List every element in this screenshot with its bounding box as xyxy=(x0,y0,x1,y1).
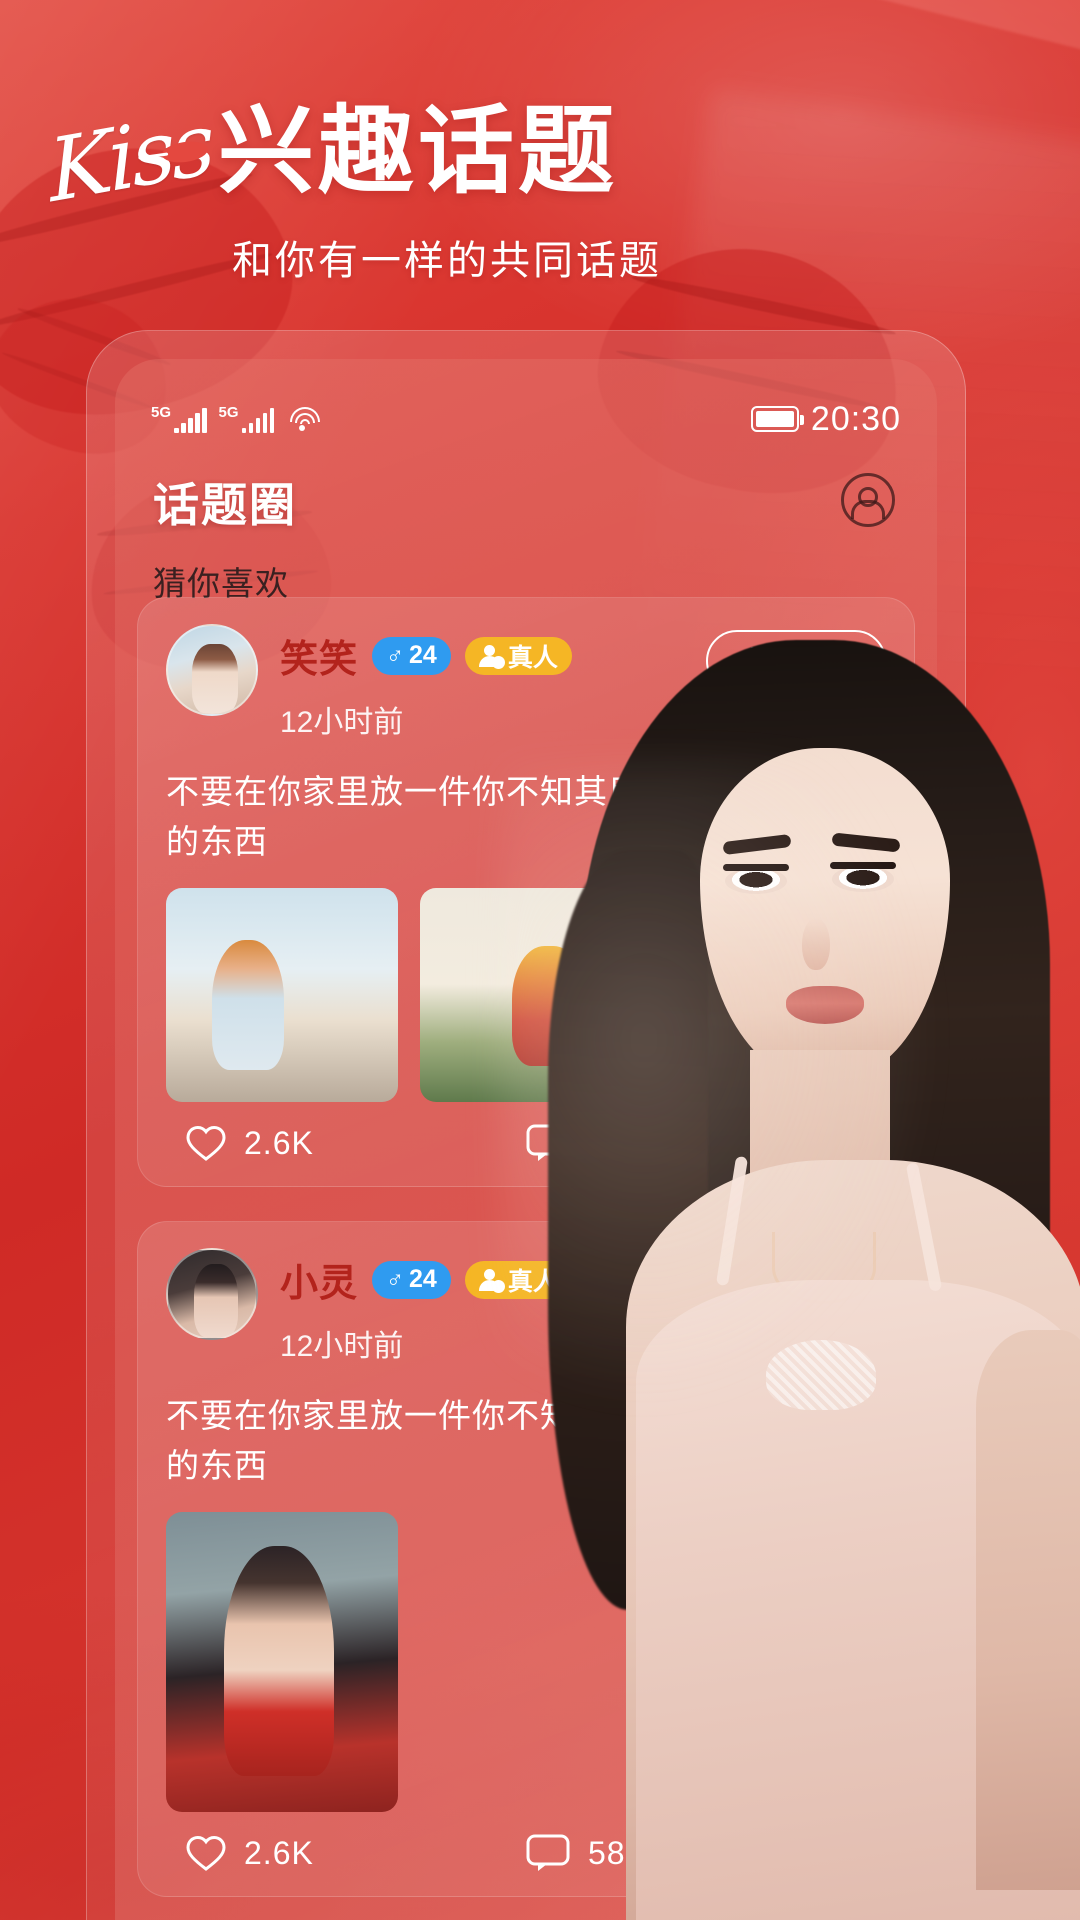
like-count: 2.6K xyxy=(244,1124,314,1161)
post-feed[interactable]: 笑笑 ♂ 24 真人 12小时前 打招呼 不要在你家里放一件你不知其用，或你认为… xyxy=(115,597,937,1920)
post-card[interactable]: 笑笑 ♂ 24 真人 12小时前 打招呼 不要在你家里放一件你不知其用，或你认为… xyxy=(137,597,915,1187)
post-images xyxy=(166,1512,886,1812)
post-image[interactable] xyxy=(420,888,652,1102)
comment-icon[interactable] xyxy=(526,1124,570,1162)
age-badge: ♂ 24 xyxy=(372,636,451,675)
age-badge: ♂ 24 xyxy=(372,1260,451,1299)
hero-title: 兴趣话题 xyxy=(218,98,618,205)
post-text: 不要在你家里放一件你不知其用，或你认为不美的东西 xyxy=(166,1397,880,1484)
network-type-label: 5G xyxy=(218,404,239,421)
post-stats: 2.6K 5846 xyxy=(166,1124,886,1162)
verified-person-icon xyxy=(478,644,505,669)
network-type-label: 5G xyxy=(151,404,172,421)
comment-count: 5846 xyxy=(588,1124,664,1161)
post-images xyxy=(166,888,886,1102)
signal-bars-icon xyxy=(174,408,207,433)
signal-bars-icon xyxy=(241,408,275,433)
post-username[interactable]: 笑笑 xyxy=(280,628,358,683)
hero-subtitle: 和你有一样的共同话题 xyxy=(232,239,662,283)
post-header: 小灵 ♂ 24 真人 12小时前 xyxy=(166,1248,886,1365)
post-stats: 2.6K 58 xyxy=(166,1834,886,1872)
post-user-row: 笑笑 ♂ 24 真人 xyxy=(280,628,684,683)
status-bar-right: 20:30 xyxy=(750,399,901,439)
verified-badge: 真人 xyxy=(464,1260,572,1299)
like-stat[interactable]: 2.6K xyxy=(186,1125,526,1162)
post-user-info: 小灵 ♂ 24 真人 12小时前 xyxy=(280,1248,886,1365)
avatar[interactable] xyxy=(166,1248,258,1340)
verified-badge: 真人 xyxy=(464,636,572,675)
signal-indicator-1: 5G xyxy=(151,405,207,433)
post-user-row: 小灵 ♂ 24 真人 xyxy=(280,1252,886,1307)
user-profile-icon[interactable] xyxy=(841,473,895,527)
post-image[interactable] xyxy=(166,1512,398,1812)
phone-mockup: 5G 5G 20:30 话题圈 猜你喜欢 笑笑 ♂ 24 真人 12小时前 打招… xyxy=(86,330,966,1920)
post-timestamp: 12小时前 xyxy=(280,706,404,739)
gender-icon: ♂ xyxy=(386,641,405,669)
comment-stat[interactable]: 58 xyxy=(526,1834,866,1872)
comment-stat[interactable]: 5846 xyxy=(526,1124,866,1162)
post-timestamp: 12小时前 xyxy=(280,1330,404,1363)
phone-screen: 5G 5G 20:30 话题圈 猜你喜欢 笑笑 ♂ 24 真人 12小时前 打招… xyxy=(115,359,937,1920)
gender-icon: ♂ xyxy=(386,1265,405,1293)
post-username[interactable]: 小灵 xyxy=(280,1252,358,1307)
like-count: 2.6K xyxy=(244,1834,314,1871)
say-hello-button[interactable]: 打招呼 xyxy=(706,630,886,692)
like-stat[interactable]: 2.6K xyxy=(186,1835,526,1872)
hero-banner: Kiss 兴趣话题 和你有一样的共同话题 xyxy=(0,0,1080,340)
signal-indicator-2: 5G xyxy=(219,405,275,433)
post-text: 不要在你家里放一件你不知其用，或你认为不美的东西 xyxy=(166,773,880,860)
battery-icon xyxy=(750,406,804,432)
page-title: 话题圈 xyxy=(153,479,297,531)
comment-icon[interactable] xyxy=(526,1834,570,1872)
verified-label: 真人 xyxy=(507,1267,558,1296)
post-user-info: 笑笑 ♂ 24 真人 12小时前 xyxy=(280,624,684,741)
app-header: 话题圈 猜你喜欢 xyxy=(115,469,937,605)
age-value: 24 xyxy=(409,641,437,669)
heart-icon[interactable] xyxy=(186,1125,226,1161)
age-value: 24 xyxy=(409,1265,437,1293)
post-header: 笑笑 ♂ 24 真人 12小时前 打招呼 xyxy=(166,624,886,741)
post-card[interactable]: 小灵 ♂ 24 真人 12小时前 不要在你家里放一件你不知其用，或你认为不美的东… xyxy=(137,1221,915,1897)
verified-label: 真人 xyxy=(507,643,558,672)
status-bar-clock: 20:30 xyxy=(810,399,901,438)
avatar[interactable] xyxy=(166,624,258,716)
comment-count: 58 xyxy=(588,1834,626,1871)
status-bar: 5G 5G 20:30 xyxy=(115,397,937,441)
post-image[interactable] xyxy=(166,888,398,1102)
heart-icon[interactable] xyxy=(186,1835,226,1871)
wifi-icon xyxy=(290,407,321,431)
status-bar-left: 5G 5G xyxy=(151,405,321,433)
verified-person-icon xyxy=(478,1268,505,1293)
